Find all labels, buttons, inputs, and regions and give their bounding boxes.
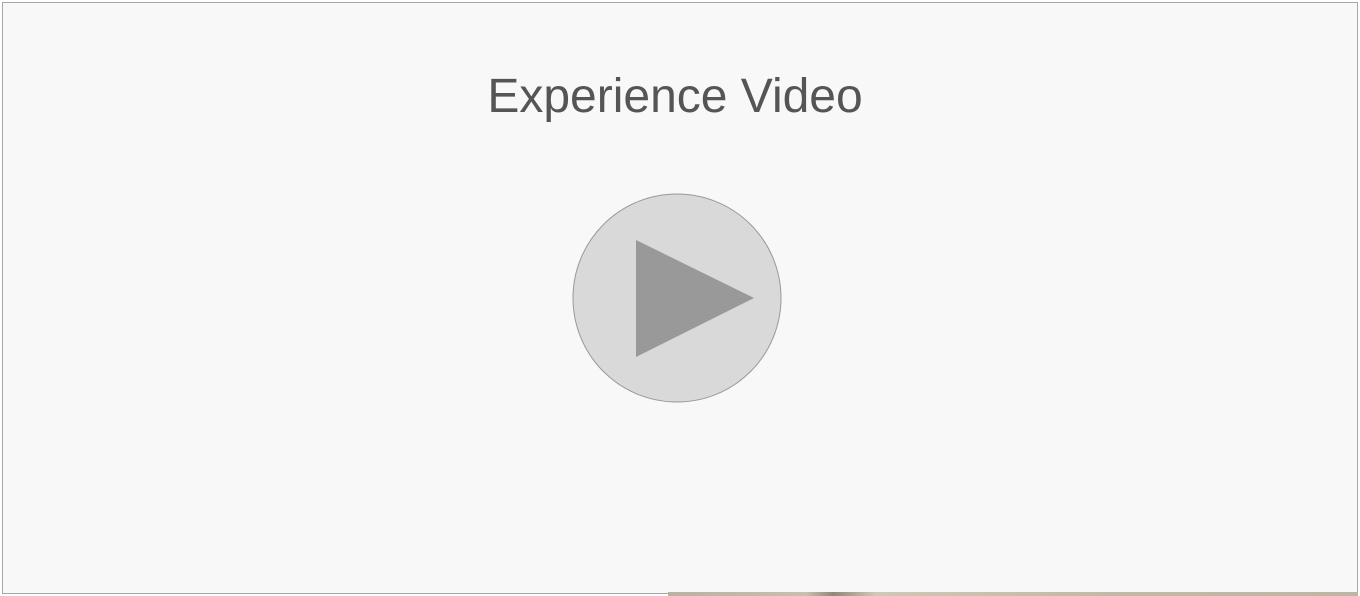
video-title: Experience Video <box>487 70 863 123</box>
adjacent-image-edge <box>668 592 1358 596</box>
play-button[interactable] <box>572 193 782 403</box>
video-player[interactable]: Experience Video <box>2 2 1358 594</box>
play-icon <box>572 193 782 403</box>
